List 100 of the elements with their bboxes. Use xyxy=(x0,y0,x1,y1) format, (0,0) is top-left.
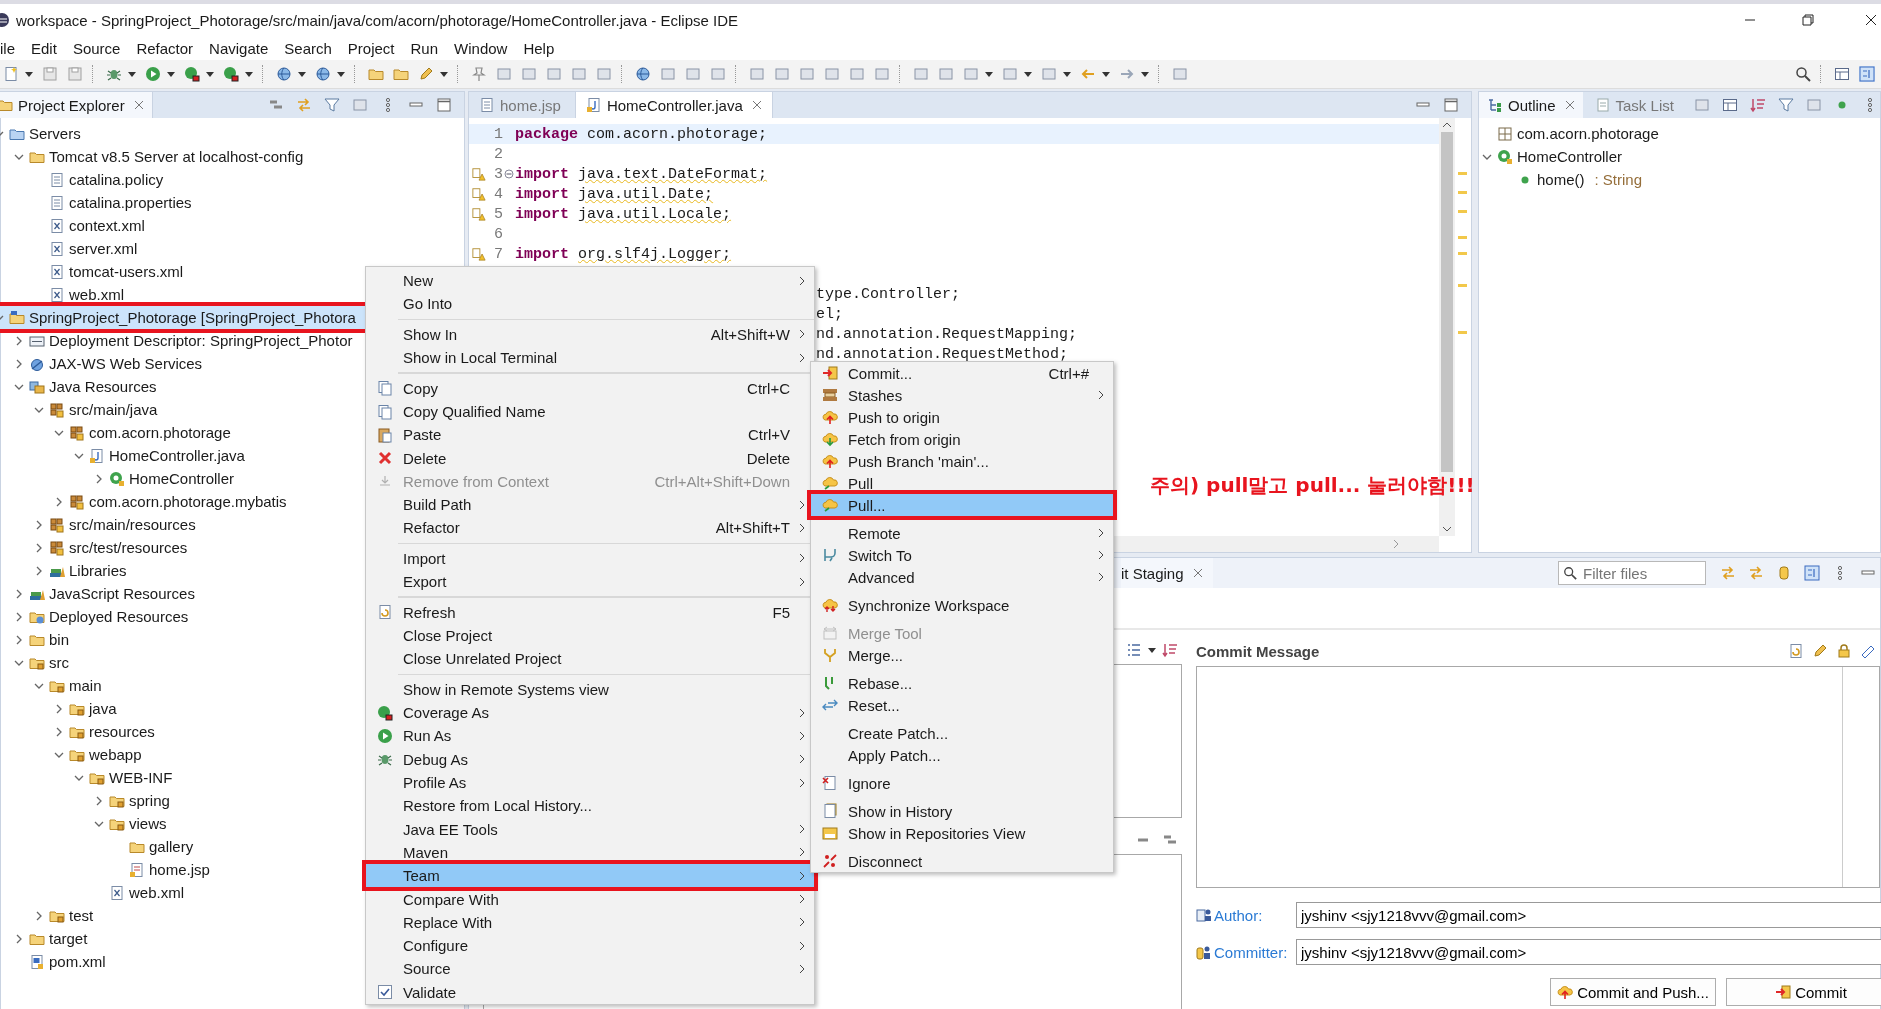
menu-item[interactable]: Profile As xyxy=(366,770,814,795)
view-tab[interactable]: Task List xyxy=(1586,92,1682,118)
menu-item[interactable]: Export xyxy=(366,570,814,594)
filter-icon[interactable] xyxy=(324,97,340,113)
caret-icon[interactable] xyxy=(25,70,33,78)
menu-bar-item[interactable]: Run xyxy=(402,39,447,57)
caret-icon[interactable] xyxy=(985,70,993,78)
caret-icon[interactable] xyxy=(128,70,136,78)
new-file-icon[interactable] xyxy=(3,66,19,82)
commit-button[interactable]: Commit xyxy=(1726,978,1881,1006)
menu-item[interactable]: Fetch from origin xyxy=(811,428,1113,450)
menu-item[interactable]: Replace With xyxy=(366,910,814,934)
overview-marker[interactable] xyxy=(1458,331,1467,335)
caret-icon[interactable] xyxy=(440,70,448,78)
caret-icon[interactable] xyxy=(167,70,175,78)
menu-item[interactable]: Configure xyxy=(366,933,814,958)
save-icon[interactable] xyxy=(67,66,83,82)
menu-item[interactable]: Show in Local Terminal xyxy=(366,346,814,370)
pencil-icon[interactable] xyxy=(1812,643,1828,659)
menu-bar-item[interactable]: Help xyxy=(515,39,563,57)
editor-tab[interactable]: HomeController.java xyxy=(574,92,773,118)
menu-item[interactable]: Commit... Ctrl+# xyxy=(811,362,1113,384)
filter-field[interactable]: Filter files xyxy=(1558,561,1706,585)
caret-icon[interactable] xyxy=(206,70,214,78)
run-icon[interactable] xyxy=(145,66,161,82)
run-coverage-icon[interactable] xyxy=(223,66,239,82)
tree-item[interactable]: Servers xyxy=(0,122,464,145)
menu-item[interactable]: Reset... xyxy=(811,694,1113,716)
pencil-icon[interactable] xyxy=(418,66,434,82)
sort-icon[interactable] xyxy=(1162,642,1178,658)
caret-icon[interactable] xyxy=(245,70,253,78)
caret-icon[interactable] xyxy=(337,70,345,78)
scroll-right-icon[interactable] xyxy=(1393,539,1399,549)
menu-bar-item[interactable]: Edit xyxy=(23,39,65,57)
menu-item[interactable]: Source xyxy=(366,957,814,981)
search-icon[interactable] xyxy=(1795,66,1811,82)
author-field[interactable]: jyshinv <sjy1218vvv@gmail.com> xyxy=(1296,902,1881,928)
editor-tab[interactable]: home.jsp xyxy=(469,92,571,118)
view-tab[interactable]: Project Explorer xyxy=(0,92,153,118)
menu-item[interactable]: Stashes xyxy=(811,384,1113,406)
menu-bar-item[interactable]: Window xyxy=(446,39,516,57)
menu-item[interactable]: Show In Alt+Shift+W xyxy=(366,322,814,347)
menu-item[interactable]: Close Project xyxy=(366,623,814,648)
menu-bar-item[interactable]: Navigate xyxy=(201,39,277,57)
menu-item[interactable]: Switch To xyxy=(811,544,1113,566)
pin-icon[interactable] xyxy=(471,66,487,82)
menu-item[interactable]: Build Path xyxy=(366,493,814,517)
menu-item[interactable]: Go Into xyxy=(366,292,814,316)
maximize-icon[interactable] xyxy=(1443,97,1459,113)
tree-item[interactable]: catalina.policy xyxy=(0,168,464,191)
menu-item[interactable]: Pull xyxy=(811,472,1113,494)
menu-bar-item[interactable]: Project xyxy=(339,39,403,57)
fold-icon[interactable] xyxy=(504,169,514,179)
committer-field[interactable]: jyshinv <sjy1218vvv@gmail.com> xyxy=(1296,939,1881,965)
commit-and-push-button[interactable]: Commit and Push... xyxy=(1550,978,1716,1006)
database-icon[interactable] xyxy=(1776,565,1792,581)
overview-marker[interactable] xyxy=(1458,284,1467,288)
caret-icon[interactable] xyxy=(1063,70,1071,78)
view-tab[interactable]: Outline xyxy=(1479,92,1583,118)
menu-item[interactable]: Import xyxy=(366,546,814,571)
menu-item[interactable]: Refactor Alt+Shift+T xyxy=(366,516,814,540)
menu-item[interactable]: Restore from Local History... xyxy=(366,794,814,818)
refresh-icon[interactable] xyxy=(1788,643,1804,659)
menu-item[interactable]: New xyxy=(366,269,814,293)
menu-item[interactable]: Maven xyxy=(366,840,814,865)
menu-item[interactable]: Paste Ctrl+V xyxy=(366,423,814,447)
layout-icon[interactable] xyxy=(1859,66,1875,82)
run-coverage-icon[interactable] xyxy=(184,66,200,82)
tree-item[interactable]: home() : String xyxy=(1481,168,1880,191)
menu-item[interactable]: Java EE Tools xyxy=(366,817,814,841)
menu-item[interactable]: Ignore xyxy=(811,772,1113,794)
menu-item[interactable]: Advanced xyxy=(811,566,1113,588)
overview-marker[interactable] xyxy=(1458,210,1467,213)
caret-icon[interactable] xyxy=(1102,70,1110,78)
menu-item[interactable]: Synchronize Workspace xyxy=(811,594,1113,616)
menu-item[interactable]: Push to origin xyxy=(811,406,1113,428)
maximize-icon[interactable] xyxy=(436,97,452,113)
menu-item[interactable]: Refresh F5 xyxy=(366,600,814,624)
committer-label[interactable]: Committer: xyxy=(1214,943,1294,961)
globe-icon[interactable] xyxy=(315,66,331,82)
menu-item[interactable]: Disconnect xyxy=(811,850,1113,872)
menu-item[interactable]: Remote xyxy=(811,522,1113,544)
tree-item[interactable]: HomeController xyxy=(1481,145,1880,168)
menu-item[interactable]: Coverage As xyxy=(366,701,814,725)
layout-icon[interactable] xyxy=(1804,565,1820,581)
menu-bar-item[interactable]: Refactor xyxy=(128,39,202,57)
save-icon[interactable] xyxy=(42,66,58,82)
commit-message-field[interactable] xyxy=(1196,666,1880,888)
menu-item[interactable]: Run As xyxy=(366,724,814,748)
menu-bar-item[interactable]: ile xyxy=(0,39,23,57)
menu-item[interactable]: Show in History xyxy=(811,800,1113,822)
author-label[interactable]: Author: xyxy=(1214,906,1294,924)
list-icon[interactable] xyxy=(1126,642,1142,658)
scroll-up-icon[interactable] xyxy=(1442,122,1452,128)
restore-icon[interactable] xyxy=(1802,14,1814,26)
overview-marker[interactable] xyxy=(1458,171,1467,175)
menu-bar-item[interactable]: Source xyxy=(64,39,129,57)
menu-item[interactable]: Debug As xyxy=(366,747,814,771)
globe-icon[interactable] xyxy=(276,66,292,82)
menu-item[interactable]: Push Branch 'main'... xyxy=(811,450,1113,472)
